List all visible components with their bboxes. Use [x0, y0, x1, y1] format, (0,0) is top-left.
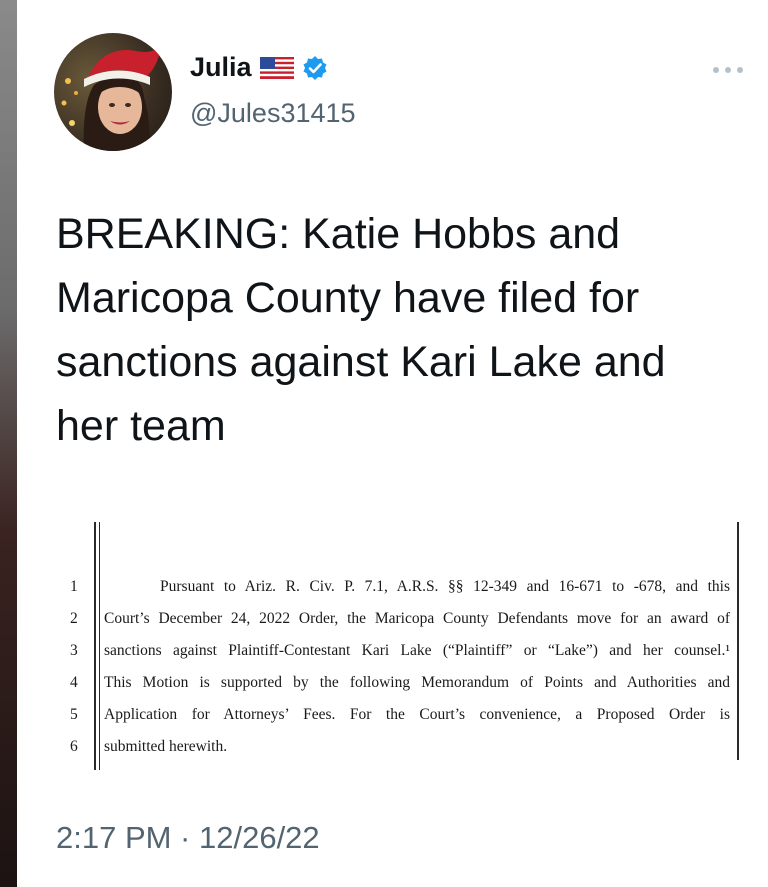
attached-document-image[interactable]: 1 Pursuant to Ariz. R. Civ. P. 7.1, A.R.… — [56, 522, 740, 770]
line-text: This Motion is supported by the followin… — [104, 674, 730, 691]
line-text: submitted herewith. — [104, 738, 228, 755]
author-name[interactable]: Julia — [190, 52, 252, 83]
document-line: 2 Court’s December 24, 2022 Order, the M… — [56, 610, 746, 642]
avatar[interactable] — [54, 33, 172, 151]
verified-badge-icon — [303, 55, 327, 80]
line-number: 2 — [70, 610, 78, 627]
document-line: 5 Application for Attorneys’ Fees. For t… — [56, 706, 746, 738]
line-number: 5 — [70, 706, 78, 723]
avatar-image — [61, 36, 169, 151]
author-handle[interactable]: @Jules31415 — [190, 98, 356, 129]
line-number: 4 — [70, 674, 78, 691]
line-text: Pursuant to Ariz. R. Civ. P. 7.1, A.R.S.… — [160, 578, 730, 595]
tweet-timestamp[interactable]: 2:17 PM · 12/26/22 — [56, 820, 320, 856]
document-line: 4 This Motion is supported by the follow… — [56, 674, 746, 706]
line-number: 6 — [70, 738, 78, 755]
document-line: 1 Pursuant to Ariz. R. Civ. P. 7.1, A.R.… — [56, 578, 746, 610]
line-number: 3 — [70, 642, 78, 659]
author-name-row[interactable]: Julia — [190, 52, 328, 83]
document-line: 6 submitted herewith. — [56, 738, 746, 770]
line-text: Court’s December 24, 2022 Order, the Mar… — [104, 610, 730, 627]
more-options-icon[interactable] — [708, 60, 748, 80]
line-text: Application for Attorneys’ Fees. For the… — [104, 706, 730, 723]
background-edge — [0, 0, 17, 887]
tweet-text: BREAKING: Katie Hobbs and Maricopa Count… — [56, 210, 666, 450]
us-flag-icon — [259, 56, 294, 79]
line-text: sanctions against Plaintiff-Contestant K… — [104, 642, 730, 659]
line-number: 1 — [70, 578, 78, 595]
document-line: 3 sanctions against Plaintiff-Contestant… — [56, 642, 746, 674]
